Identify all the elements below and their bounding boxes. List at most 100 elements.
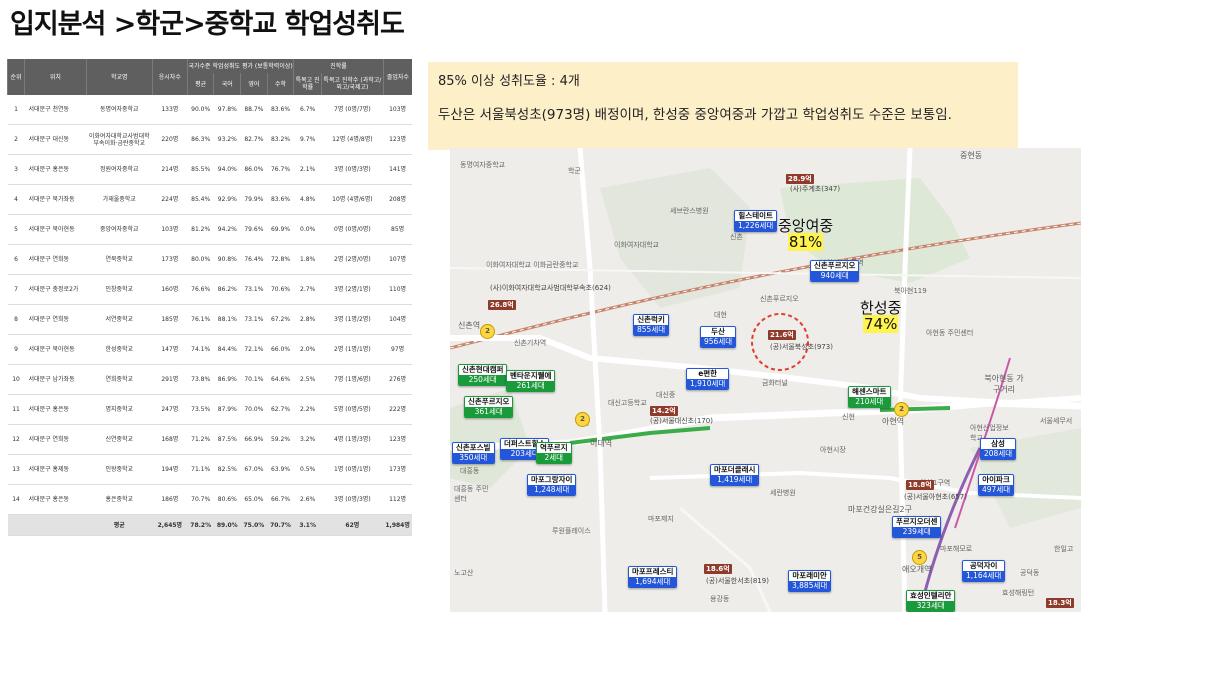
complex-label[interactable]: 두산 956세대 <box>700 326 737 348</box>
complex-label[interactable]: 마포래미안 3,885세대 <box>788 570 832 592</box>
table-row: 11 서대문구 홍은동 명지중학교 247명 73.5% 87.9% 70.0% 62.7% 2… <box>7 394 412 425</box>
complex-label[interactable]: 마포그랑자이 1,248세대 <box>527 474 577 496</box>
table-cell: 291명 <box>152 364 188 395</box>
place-label: 서울세무서 <box>1040 417 1073 425</box>
place-label: 북아현동 가구거리 <box>984 374 1024 394</box>
table-cell: 220명 <box>152 124 188 155</box>
table-cell: 동명여자중학교 <box>86 95 153 125</box>
table-cell: 6.7% <box>293 95 322 125</box>
table-cell: 97명 <box>383 334 412 365</box>
table-cell: 2 <box>7 124 25 155</box>
place-label: 이대역 <box>590 439 613 448</box>
place-label: 마포해모로 <box>940 545 973 553</box>
table-cell: 208명 <box>383 184 412 215</box>
area-map[interactable]: 중현동 신촌역 이대역 아현역 애오개역 북아현동 가구거리 마포건강실은길2구… <box>450 148 1081 612</box>
table-cell: 한성중학교 <box>86 334 153 365</box>
subway-station-icon[interactable]: 2 <box>575 412 590 427</box>
table-cell: 70.7% <box>267 514 294 536</box>
complex-label[interactable]: 공덕자이 1,164세대 <box>962 560 1006 582</box>
table-row: 7 서대문구 충정로2가 인창중학교 160명 76.6% 86.2% 73.1% 70.6%… <box>7 274 412 305</box>
info-box: 85% 이상 성취도율 : 4개 두산은 서울북성초(973명) 배정이며, 한… <box>428 62 1018 150</box>
table-cell: 서대문구 충정로2가 <box>24 274 87 305</box>
school-marker[interactable]: (공)서울한서초(819) <box>706 576 769 586</box>
header-location: 위치 <box>24 59 87 95</box>
table-cell: 64.6% <box>267 364 294 395</box>
table-cell: 4명 (1명/3명) <box>321 424 384 455</box>
place-label: 신촌푸르지오 <box>760 295 799 303</box>
school-marker[interactable]: (공)서울대신초(170) <box>650 416 713 426</box>
table-cell: 214명 <box>152 154 188 185</box>
table-cell: 87.5% <box>213 424 241 455</box>
page-title: 입지분석 >학군>중학교 학업성취도 <box>10 9 405 40</box>
table-cell: 서대문구 대신동 <box>24 124 87 155</box>
table-cell: 89.0% <box>213 514 241 536</box>
table-cell: 62명 <box>321 514 384 536</box>
price-flag[interactable]: 14.2억 <box>650 406 678 416</box>
table-cell: 85명 <box>383 214 412 245</box>
table-cell: 2명 (2명/0명) <box>321 244 384 275</box>
school-marker[interactable]: (공)서울아현초(657) <box>904 492 967 502</box>
complex-label[interactable]: 역푸르지 2세대 <box>536 442 572 464</box>
place-label: 중현동 <box>960 151 983 160</box>
table-cell: 73.1% <box>240 304 268 335</box>
table-cell: 133명 <box>152 95 188 125</box>
table-cell: 107명 <box>383 244 412 275</box>
price-flag[interactable]: 18.6억 <box>704 564 732 574</box>
subway-station-icon[interactable]: 2 <box>894 402 909 417</box>
school-marker[interactable]: (사)이화여자대학교사범대학부속초(624) <box>490 283 611 293</box>
table-average-row: 평균 2,645명 78.2% 89.0% 75.0% 70.7% 3.1% 62명 1,984… <box>7 514 412 536</box>
table-cell: 서대문구 연희동 <box>24 424 87 455</box>
complex-label[interactable]: 신촌포스빌 350세대 <box>452 442 495 464</box>
complex-label[interactable]: 신촌푸르지오 940세대 <box>810 260 860 282</box>
table-row: 10 서대문구 남가좌동 연희중학교 291명 73.8% 86.9% 70.1% 64.6%… <box>7 364 412 395</box>
table-row: 12 서대문구 연희동 신연중학교 168명 71.2% 87.5% 66.9% 59.2% 3… <box>7 424 412 455</box>
table-cell: 222명 <box>383 394 412 425</box>
complex-label[interactable]: 마포더클래시 1,419세대 <box>710 464 760 486</box>
place-label: 한일고 <box>1054 545 1074 553</box>
place-label: 아현시장 <box>820 446 846 454</box>
complex-label[interactable]: 신촌럭키 855세대 <box>633 314 670 336</box>
complex-label[interactable]: 마포프레스티 1,694세대 <box>628 566 678 588</box>
place-label: 신촌기차역 <box>514 339 547 347</box>
table-cell: 94.2% <box>213 214 241 245</box>
complex-label[interactable]: e편한 1,910세대 <box>686 368 730 390</box>
table-cell: 75.0% <box>240 514 268 536</box>
table-cell <box>7 514 87 536</box>
header-school: 학교명 <box>85 59 153 95</box>
table-cell: 0.0% <box>293 214 322 245</box>
table-cell: 3.2% <box>293 424 322 455</box>
table-cell: 10명 (4명/6명) <box>321 184 384 215</box>
price-flag[interactable]: 26.8억 <box>488 300 516 310</box>
complex-label[interactable]: 푸르지오더센 239세대 <box>892 516 942 538</box>
complex-label[interactable]: 삼성 208세대 <box>980 438 1017 460</box>
table-cell: 2명 (1명/1명) <box>321 334 384 365</box>
table-cell: 3명 (2명/1명) <box>321 274 384 305</box>
school-marker[interactable]: (사)주계초(347) <box>790 184 840 194</box>
table-cell: 서대문구 연희동 <box>24 304 87 335</box>
table-cell: 인왕중학교 <box>86 454 153 485</box>
subway-station-icon[interactable]: 2 <box>480 324 495 339</box>
complex-label[interactable]: 아이파크 497세대 <box>978 474 1015 496</box>
complex-label[interactable]: 신촌현대캠퍼 250세대 <box>458 364 508 386</box>
place-label: 대흥동 <box>460 467 480 475</box>
table-cell: 73.5% <box>187 394 214 425</box>
price-flag[interactable]: 28.9억 <box>786 174 814 184</box>
table-cell: 83.2% <box>267 124 294 155</box>
price-flag[interactable]: 21.6억 <box>768 330 796 340</box>
complex-label[interactable]: 효성인텔리안 323세대 <box>906 590 956 612</box>
complex-label[interactable]: 신촌푸르지오 361세대 <box>464 396 514 418</box>
table-cell: 74.1% <box>187 334 214 365</box>
subway-station-icon[interactable]: 5 <box>912 550 927 565</box>
table-cell: 69.9% <box>267 214 294 245</box>
table-cell: 110명 <box>383 274 412 305</box>
price-flag[interactable]: 18.3억 <box>1046 598 1074 608</box>
table-cell: 7 <box>7 274 25 305</box>
complex-label[interactable]: 힐스테이트 1,226세대 <box>734 210 778 232</box>
table-cell: 194명 <box>152 454 188 485</box>
price-flag[interactable]: 18.8억 <box>906 480 934 490</box>
complex-label[interactable]: 해센스마트 210세대 <box>848 386 891 408</box>
school-marker[interactable]: (공)서울북성초(973) <box>770 342 833 352</box>
place-label: 대흥동 주민센터 <box>454 485 489 503</box>
complex-label[interactable]: 벤타운지웰에 261세대 <box>506 370 556 392</box>
table-cell: 88.7% <box>240 95 268 125</box>
